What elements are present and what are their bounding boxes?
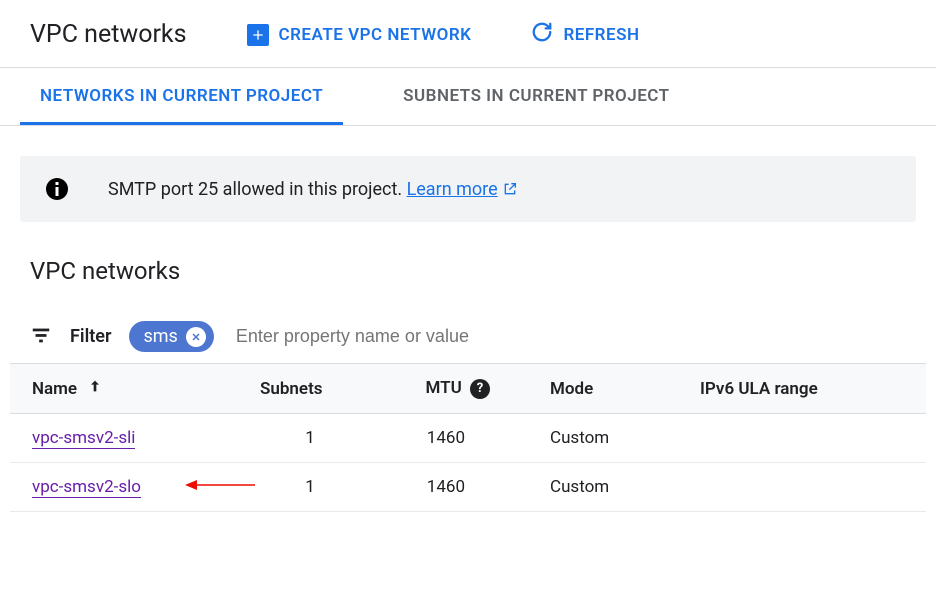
section-title: VPC networks — [30, 257, 906, 285]
filter-bar: Filter sms — [10, 310, 926, 363]
banner-prefix: SMTP port 25 allowed in this project. — [108, 179, 407, 200]
sort-asc-icon — [87, 378, 103, 394]
col-ipv6[interactable]: IPv6 ULA range — [690, 364, 926, 414]
vpc-name-link[interactable]: vpc-smsv2-sli — [32, 428, 135, 449]
filter-input[interactable] — [232, 320, 906, 353]
page-header: VPC networks CREATE VPC NETWORK REFRESH — [0, 0, 936, 67]
create-vpc-button[interactable]: CREATE VPC NETWORK — [247, 24, 472, 46]
cell-mtu: 1460 — [370, 414, 540, 463]
refresh-icon — [531, 21, 553, 48]
cell-ipv6 — [690, 414, 926, 463]
filter-icon[interactable] — [30, 324, 52, 350]
col-subnets[interactable]: Subnets — [250, 364, 370, 414]
learn-more-link[interactable]: Learn more — [407, 179, 518, 200]
annotation-arrow-icon — [185, 477, 255, 497]
refresh-label: REFRESH — [563, 25, 639, 45]
col-name[interactable]: Name — [10, 364, 250, 414]
vpc-table: Name Subnets MTU ? Mode IPv6 ULA range v… — [10, 363, 926, 512]
info-icon — [46, 178, 68, 200]
table-row: vpc-smsv2-slo 1 1460 Custom — [10, 463, 926, 512]
filter-chip-text: sms — [143, 326, 177, 347]
cell-mode: Custom — [540, 414, 690, 463]
header-actions: CREATE VPC NETWORK REFRESH — [247, 21, 640, 48]
chip-remove-icon[interactable] — [186, 327, 206, 347]
table-row: vpc-smsv2-sli 1 1460 Custom — [10, 414, 926, 463]
col-name-label: Name — [32, 379, 77, 399]
cell-mode: Custom — [540, 463, 690, 512]
cell-mtu: 1460 — [370, 463, 540, 512]
tab-subnets[interactable]: SUBNETS IN CURRENT PROJECT — [383, 68, 690, 125]
cell-ipv6 — [690, 463, 926, 512]
cell-subnets: 1 — [250, 414, 370, 463]
col-mtu-label: MTU — [426, 378, 462, 398]
col-mode[interactable]: Mode — [540, 364, 690, 414]
tabs: NETWORKS IN CURRENT PROJECT SUBNETS IN C… — [0, 67, 936, 126]
cell-subnets: 1 — [250, 463, 370, 512]
vpc-name-link[interactable]: vpc-smsv2-slo — [32, 477, 141, 498]
table-header-row: Name Subnets MTU ? Mode IPv6 ULA range — [10, 364, 926, 414]
tab-networks[interactable]: NETWORKS IN CURRENT PROJECT — [20, 68, 343, 125]
page-title: VPC networks — [30, 20, 187, 49]
filter-label: Filter — [70, 326, 111, 347]
col-mtu[interactable]: MTU ? — [370, 364, 540, 414]
learn-more-text: Learn more — [407, 179, 498, 200]
banner-text: SMTP port 25 allowed in this project. Le… — [108, 179, 518, 200]
filter-chip[interactable]: sms — [129, 321, 213, 352]
info-banner: SMTP port 25 allowed in this project. Le… — [20, 156, 916, 222]
refresh-button[interactable]: REFRESH — [531, 21, 639, 48]
add-icon — [247, 24, 269, 46]
create-vpc-label: CREATE VPC NETWORK — [279, 25, 472, 45]
help-icon[interactable]: ? — [470, 379, 490, 399]
